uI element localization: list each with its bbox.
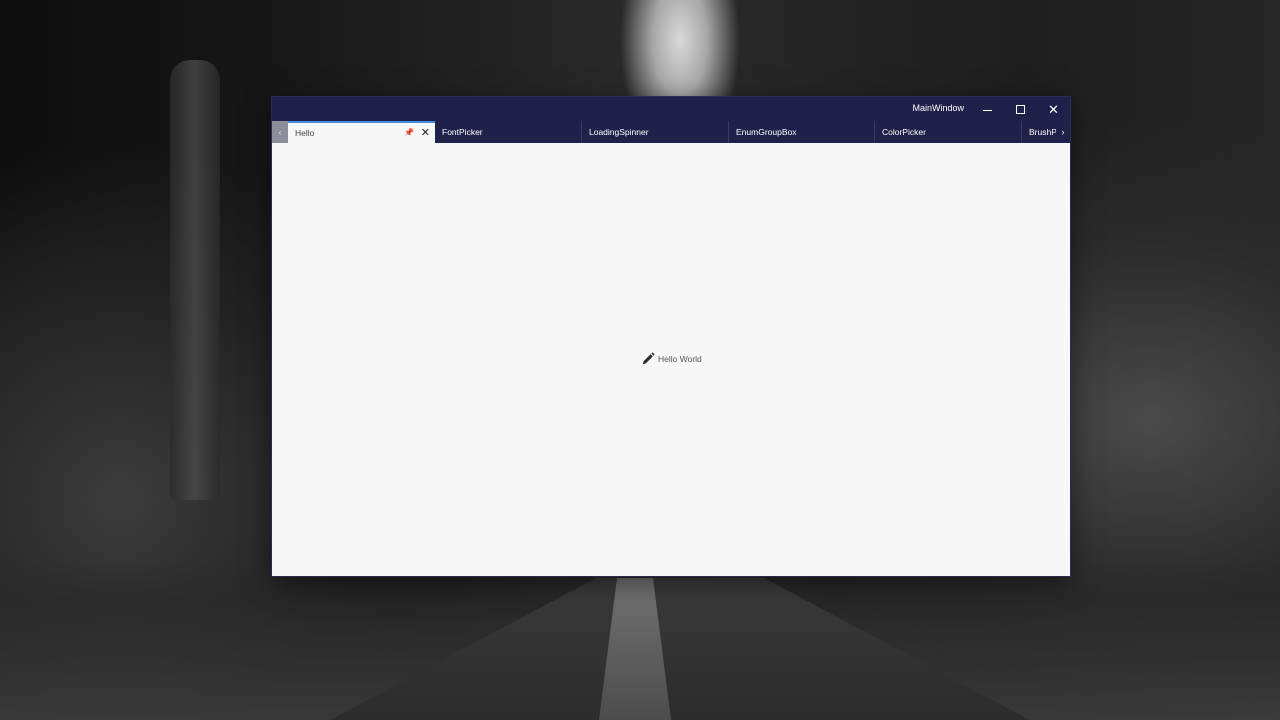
tab-content: Hello World (272, 143, 1070, 576)
tab-scroll-right-button[interactable]: › (1056, 121, 1070, 143)
pin-icon[interactable]: 📌 (404, 123, 414, 143)
tab-colorpicker[interactable]: ColorPicker (875, 121, 1022, 143)
minimize-icon (983, 109, 992, 111)
tab-scroll-left-button[interactable]: ‹ (272, 121, 288, 143)
main-window: MainWindow ✕ ‹ Hello 📌 ✕ FontPicker Load… (272, 97, 1070, 576)
tab-label: FontPicker (442, 127, 483, 137)
chevron-left-icon: ‹ (278, 127, 282, 137)
tab-brushpicker[interactable]: BrushPi (1022, 121, 1056, 143)
tab-label: BrushPi (1029, 127, 1056, 137)
hello-world-label: Hello World (641, 352, 702, 366)
pencil-icon (642, 352, 655, 365)
tab-hello[interactable]: Hello 📌 ✕ (288, 121, 435, 143)
tab-strip: ‹ Hello 📌 ✕ FontPicker LoadingSpinner En… (272, 121, 1070, 143)
maximize-button[interactable] (1004, 97, 1037, 121)
tab-label: EnumGroupBox (736, 127, 797, 137)
tab-fontpicker[interactable]: FontPicker (435, 121, 582, 143)
title-bar[interactable]: MainWindow ✕ (272, 97, 1070, 121)
chevron-right-icon: › (1061, 127, 1065, 137)
wallpaper-tree-trunk (170, 60, 220, 500)
minimize-button[interactable] (971, 97, 1004, 121)
tab-enumgroupbox[interactable]: EnumGroupBox (729, 121, 875, 143)
tab-loadingspinner[interactable]: LoadingSpinner (582, 121, 729, 143)
tab-close-icon[interactable]: ✕ (421, 123, 430, 143)
close-icon: ✕ (1048, 101, 1059, 117)
tab-label: LoadingSpinner (589, 127, 649, 137)
window-title: MainWindow (912, 103, 964, 113)
hello-world-text: Hello World (658, 354, 702, 364)
close-button[interactable]: ✕ (1037, 97, 1070, 121)
maximize-icon (1016, 104, 1025, 114)
tab-label: Hello (295, 128, 315, 138)
tab-label: ColorPicker (882, 127, 926, 137)
